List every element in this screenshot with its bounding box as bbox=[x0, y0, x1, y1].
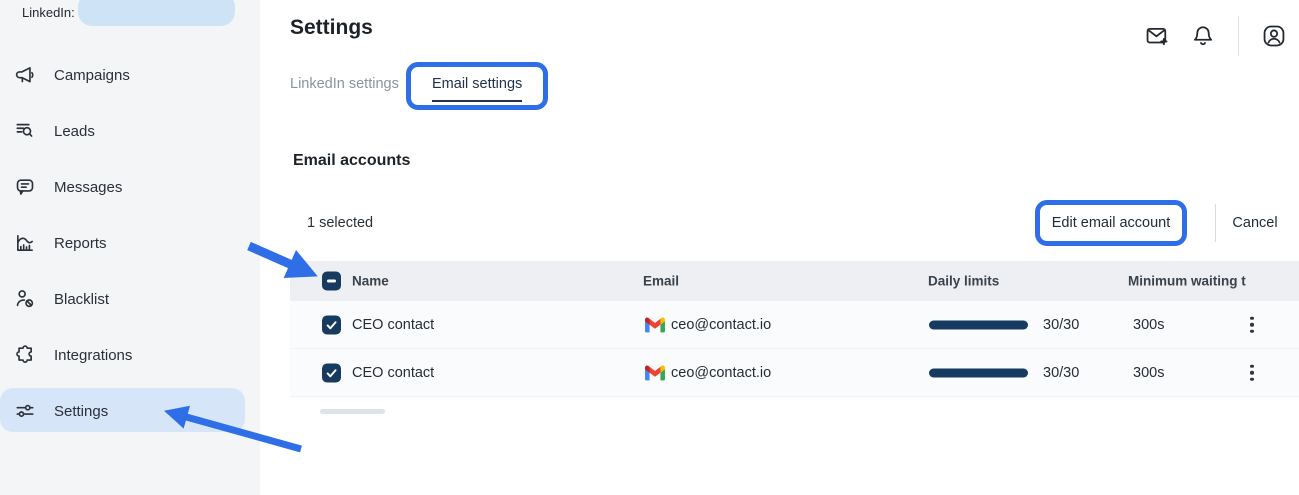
column-header-name[interactable]: Name bbox=[352, 274, 389, 289]
row-checkbox[interactable] bbox=[322, 315, 341, 334]
sidebar-item-leads[interactable]: Leads bbox=[0, 103, 260, 159]
tab-linkedin-settings[interactable]: LinkedIn settings bbox=[290, 76, 399, 92]
chat-bubble-icon bbox=[14, 176, 36, 198]
daily-limit-progress bbox=[929, 368, 1028, 377]
linkedin-account-pill[interactable] bbox=[78, 0, 235, 26]
horizontal-scrollbar[interactable] bbox=[320, 409, 385, 414]
toolbar-divider bbox=[1215, 204, 1216, 242]
gmail-icon bbox=[645, 317, 665, 332]
row-checkbox[interactable] bbox=[322, 363, 341, 382]
table-header-row: Name Email Daily limits Minimum waiting … bbox=[290, 261, 1299, 301]
selected-count: 1 selected bbox=[307, 215, 373, 231]
sidebar-item-label: Settings bbox=[54, 403, 108, 420]
sidebar-item-campaigns[interactable]: Campaigns bbox=[0, 47, 260, 103]
header-actions bbox=[1144, 16, 1287, 56]
daily-limit-progress bbox=[929, 320, 1028, 329]
megaphone-icon bbox=[14, 64, 36, 86]
account-email: ceo@contact.io bbox=[671, 317, 771, 333]
account-email: ceo@contact.io bbox=[671, 365, 771, 381]
header-divider bbox=[1238, 16, 1239, 56]
sliders-icon bbox=[14, 400, 36, 422]
notifications-bell-icon[interactable] bbox=[1190, 23, 1216, 49]
sidebar-item-label: Reports bbox=[54, 235, 107, 252]
page-title: Settings bbox=[290, 16, 373, 40]
lead-search-icon bbox=[14, 120, 36, 142]
row-menu-kebab-icon[interactable] bbox=[1246, 360, 1258, 385]
sidebar-item-label: Blacklist bbox=[54, 291, 109, 308]
sidebar-item-label: Messages bbox=[54, 179, 122, 196]
sidebar-item-integrations[interactable]: Integrations bbox=[0, 327, 260, 383]
min-wait-value: 300s bbox=[1133, 317, 1164, 333]
compose-email-icon[interactable] bbox=[1144, 23, 1170, 49]
app-window: LinkedIn: Campaigns Leads bbox=[0, 0, 1299, 495]
person-block-icon bbox=[14, 288, 36, 310]
sidebar-nav: Campaigns Leads Messages bbox=[0, 47, 260, 439]
chart-icon bbox=[14, 232, 36, 254]
account-name: CEO contact bbox=[352, 317, 434, 333]
column-header-daily-limits[interactable]: Daily limits bbox=[928, 274, 999, 289]
sidebar: LinkedIn: Campaigns Leads bbox=[0, 0, 260, 495]
min-wait-value: 300s bbox=[1133, 365, 1164, 381]
sidebar-item-blacklist[interactable]: Blacklist bbox=[0, 271, 260, 327]
sidebar-item-label: Campaigns bbox=[54, 67, 130, 84]
cancel-button[interactable]: Cancel bbox=[1222, 200, 1288, 246]
sidebar-item-settings[interactable]: Settings bbox=[0, 383, 260, 439]
account-icon[interactable] bbox=[1261, 23, 1287, 49]
edit-email-account-button[interactable]: Edit email account bbox=[1035, 200, 1187, 246]
table-row: CEO contact ceo@contact.io 30/30 300s bbox=[290, 301, 1299, 349]
puzzle-icon bbox=[14, 344, 36, 366]
sidebar-item-reports[interactable]: Reports bbox=[0, 215, 260, 271]
sidebar-item-label: Integrations bbox=[54, 347, 132, 364]
column-header-min-waiting[interactable]: Minimum waiting t bbox=[1128, 274, 1246, 289]
row-menu-kebab-icon[interactable] bbox=[1246, 312, 1258, 337]
gmail-icon bbox=[645, 365, 665, 380]
main-content: Settings Linke bbox=[260, 0, 1299, 495]
sidebar-item-label: Leads bbox=[54, 123, 95, 140]
daily-limit-value: 30/30 bbox=[1043, 365, 1079, 381]
column-header-email[interactable]: Email bbox=[643, 274, 679, 289]
linkedin-account-label: LinkedIn: bbox=[22, 5, 75, 20]
section-title: Email accounts bbox=[293, 152, 410, 170]
email-accounts-table: Name Email Daily limits Minimum waiting … bbox=[290, 261, 1299, 397]
select-all-checkbox[interactable] bbox=[322, 272, 341, 291]
table-row: CEO contact ceo@contact.io 30/30 300s bbox=[290, 349, 1299, 397]
daily-limit-value: 30/30 bbox=[1043, 317, 1079, 333]
tab-email-settings[interactable]: Email settings bbox=[432, 76, 522, 102]
sidebar-item-messages[interactable]: Messages bbox=[0, 159, 260, 215]
account-name: CEO contact bbox=[352, 365, 434, 381]
